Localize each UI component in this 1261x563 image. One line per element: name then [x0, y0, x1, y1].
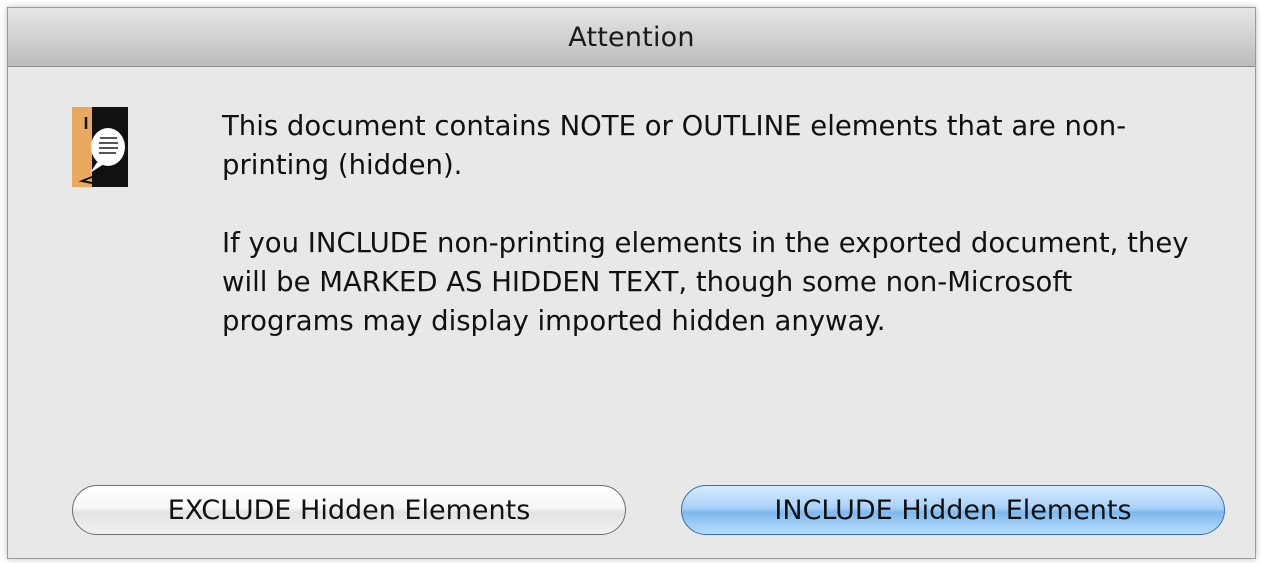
- include-hidden-elements-button[interactable]: INCLUDE Hidden Elements: [681, 485, 1225, 535]
- dialog-message: This document contains NOTE or OUTLINE e…: [222, 107, 1212, 341]
- app-speech-bubble-icon: [72, 107, 128, 187]
- dialog-title: Attention: [568, 21, 695, 53]
- dialog-body: This document contains NOTE or OUTLINE e…: [8, 67, 1255, 558]
- exclude-hidden-elements-button[interactable]: EXCLUDE Hidden Elements: [72, 485, 626, 535]
- title-bar[interactable]: Attention: [8, 8, 1255, 67]
- message-paragraph-1: This document contains NOTE or OUTLINE e…: [222, 110, 1127, 181]
- attention-dialog: Attention This document contains NOTE or…: [7, 7, 1256, 559]
- message-paragraph-2: If you INCLUDE non-printing elements in …: [222, 227, 1189, 337]
